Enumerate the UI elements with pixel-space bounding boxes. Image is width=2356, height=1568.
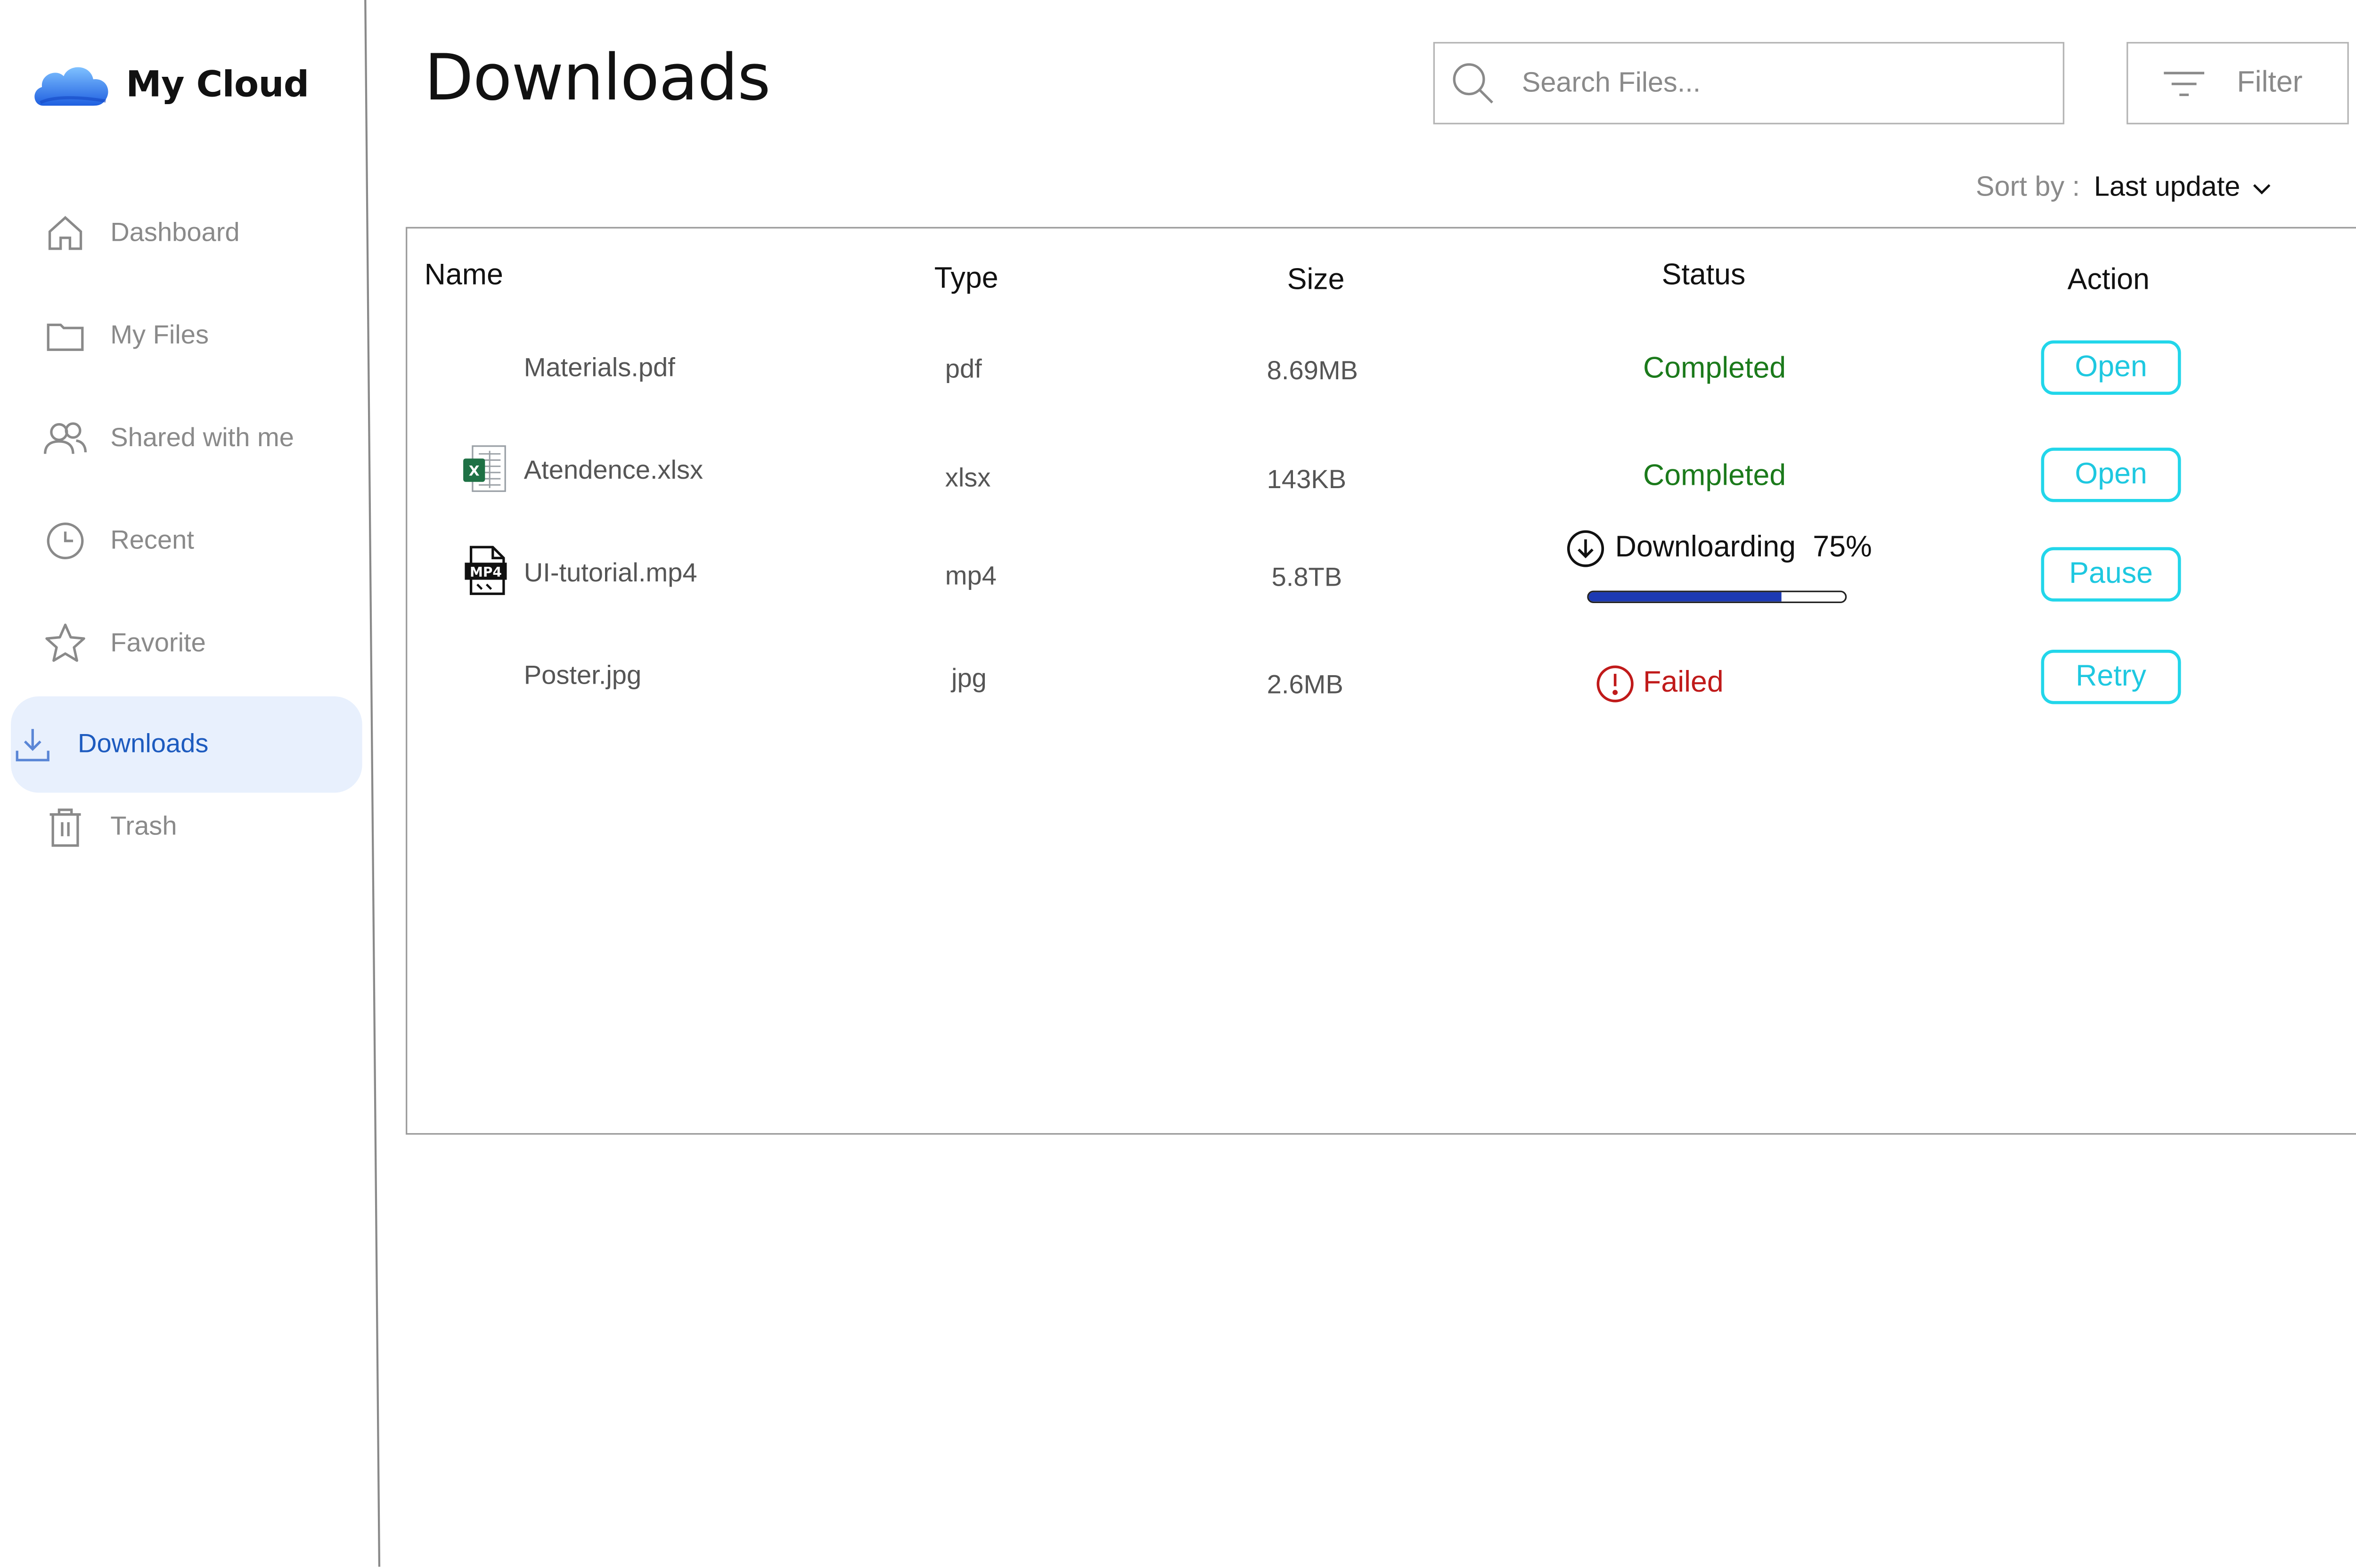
folder-icon	[43, 314, 87, 357]
filter-button[interactable]: Filter	[2127, 42, 2349, 124]
file-type: jpg	[951, 663, 987, 694]
sidebar-item-label: Trash	[110, 811, 177, 841]
file-size: 2.6MB	[1267, 670, 1343, 700]
progress-bar	[1587, 590, 1847, 604]
status-completed: Completed	[1643, 352, 1786, 386]
sidebar-item-my-files[interactable]: My Files	[43, 305, 354, 367]
sidebar-item-label: Downloads	[77, 729, 209, 759]
file-type: xlsx	[945, 463, 991, 493]
progress-fill	[1588, 592, 1781, 602]
sort-label: Sort by :	[1976, 171, 2080, 202]
home-icon	[43, 212, 87, 255]
file-size: 5.8TB	[1271, 563, 1342, 592]
excel-file-icon: X	[463, 445, 506, 492]
sidebar-item-label: Recent	[110, 525, 194, 555]
sidebar-item-downloads[interactable]: Downloads	[11, 696, 362, 793]
status-label: Failed	[1643, 667, 1724, 700]
download-icon	[11, 723, 54, 766]
sidebar-item-label: Shared with me	[110, 423, 294, 453]
status-completed: Completed	[1643, 460, 1786, 493]
sort-dropdown[interactable]: Sort by : Last update	[1976, 171, 2273, 204]
sidebar-item-label: Dashboard	[110, 217, 240, 247]
mp4-file-icon: MP4	[465, 546, 507, 595]
file-size: 8.69MB	[1267, 356, 1358, 386]
file-name[interactable]: Atendence.xlsx	[524, 456, 703, 487]
sidebar-item-label: Favorite	[110, 628, 206, 658]
file-name[interactable]: Materials.pdf	[524, 353, 675, 384]
page-title: Downloads	[424, 40, 771, 115]
chevron-down-icon	[2253, 183, 2271, 194]
open-button[interactable]: Open	[2041, 340, 2181, 395]
search-box[interactable]	[1433, 42, 2065, 124]
column-header-size: Size	[1287, 264, 1345, 297]
error-icon	[1596, 665, 1634, 702]
pause-button[interactable]: Pause	[2041, 547, 2181, 602]
app-logo: My Cloud	[31, 59, 309, 112]
column-header-status: Status	[1661, 259, 1746, 293]
trash-icon	[43, 805, 87, 849]
download-circle-icon	[1567, 530, 1604, 567]
search-icon	[1453, 62, 1493, 103]
filter-icon	[2164, 71, 2204, 96]
file-name[interactable]: Poster.jpg	[524, 661, 641, 692]
filter-label: Filter	[2237, 66, 2303, 99]
sort-value: Last update	[2094, 171, 2241, 202]
clock-icon	[43, 519, 87, 563]
retry-button[interactable]: Retry	[2041, 649, 2181, 704]
progress-percent: 75%	[1813, 531, 1872, 564]
sidebar-item-label: My Files	[110, 320, 209, 350]
star-icon	[43, 622, 87, 665]
file-type: mp4	[945, 561, 997, 591]
column-header-type: Type	[934, 262, 998, 295]
search-input[interactable]	[1519, 65, 2022, 101]
column-header-action: Action	[2067, 264, 2150, 297]
status-label: Downloarding	[1615, 531, 1796, 564]
sidebar-item-recent[interactable]: Recent	[43, 510, 354, 572]
cloud-logo-icon	[34, 67, 108, 106]
file-type: pdf	[945, 354, 982, 384]
sidebar-item-favorite[interactable]: Favorite	[43, 612, 354, 675]
app-name: My Cloud	[126, 65, 309, 106]
sidebar-item-dashboard[interactable]: Dashboard	[43, 202, 354, 264]
svg-text:MP4: MP4	[470, 564, 502, 580]
file-name[interactable]: UI-tutorial.mp4	[524, 558, 697, 589]
sidebar-item-trash[interactable]: Trash	[43, 796, 354, 858]
column-header-name: Name	[424, 259, 503, 293]
svg-text:X: X	[469, 463, 480, 479]
open-button[interactable]: Open	[2041, 448, 2181, 502]
status-failed: Failed	[1595, 664, 1724, 704]
status-downloading: Downloarding 75%	[1565, 529, 1872, 569]
users-icon	[43, 416, 87, 460]
file-size: 143KB	[1267, 465, 1347, 495]
sidebar-item-shared-with-me[interactable]: Shared with me	[43, 407, 354, 469]
